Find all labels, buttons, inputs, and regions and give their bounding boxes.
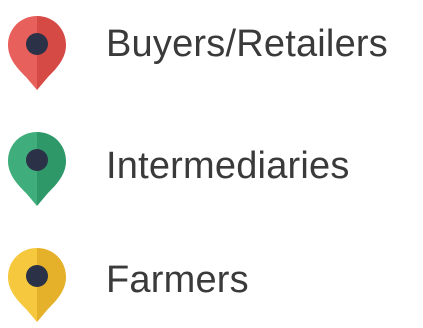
yellow-map-pin-icon — [8, 248, 66, 322]
green-map-pin-icon — [8, 132, 66, 206]
red-map-pin-icon — [8, 16, 66, 90]
legend-item-intermediaries: Intermediaries — [0, 118, 423, 214]
legend-item-buyers-retailers: Buyers/Retailers — [0, 0, 423, 96]
legend-label: Buyers/Retailers — [106, 23, 388, 65]
legend-label: Farmers — [106, 259, 249, 301]
legend-label: Intermediaries — [106, 145, 350, 187]
legend-item-farmers: Farmers — [0, 232, 423, 328]
map-legend: Buyers/Retailers Intermediaries Farmers — [0, 0, 423, 326]
